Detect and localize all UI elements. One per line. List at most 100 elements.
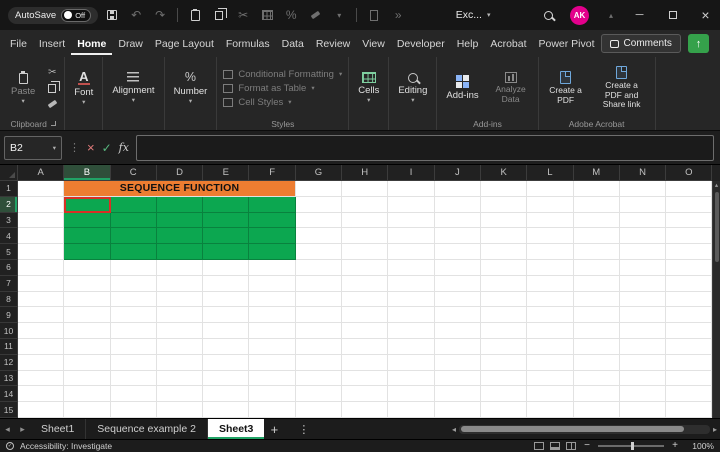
avatar[interactable]: AK: [570, 6, 589, 25]
select-all-corner[interactable]: [0, 165, 18, 181]
column-header-N[interactable]: N: [620, 165, 666, 181]
cell-N10[interactable]: [620, 323, 666, 339]
cell-F13[interactable]: [249, 371, 295, 387]
cell-F2[interactable]: [249, 197, 295, 213]
cell-A10[interactable]: [18, 323, 64, 339]
cell-O8[interactable]: [666, 292, 712, 308]
minimize-button[interactable]: ─: [625, 0, 654, 30]
formula-bar-handle[interactable]: ⋮: [69, 141, 80, 154]
cell-N4[interactable]: [620, 228, 666, 244]
autosave-toggle[interactable]: AutoSave Off: [8, 7, 98, 24]
column-header-F[interactable]: F: [249, 165, 295, 181]
cell-A14[interactable]: [18, 386, 64, 402]
cell-G5[interactable]: [296, 244, 342, 260]
cell-A3[interactable]: [18, 213, 64, 229]
sheet-tab-sheet1[interactable]: Sheet1: [30, 419, 86, 439]
cell-K14[interactable]: [481, 386, 527, 402]
cell-D9[interactable]: [157, 307, 203, 323]
cell-H1[interactable]: [342, 181, 388, 197]
tab-acrobat[interactable]: Acrobat: [484, 32, 532, 55]
column-header-A[interactable]: A: [18, 165, 64, 181]
cell-O1[interactable]: [666, 181, 712, 197]
page-icon[interactable]: [364, 4, 384, 26]
cell-O12[interactable]: [666, 355, 712, 371]
cell-F3[interactable]: [249, 213, 295, 229]
cell-B4[interactable]: [64, 228, 110, 244]
cell-C10[interactable]: [111, 323, 157, 339]
column-header-J[interactable]: J: [435, 165, 481, 181]
cell-D3[interactable]: [157, 213, 203, 229]
cell-G10[interactable]: [296, 323, 342, 339]
cell-C3[interactable]: [111, 213, 157, 229]
cell-G6[interactable]: [296, 260, 342, 276]
cell-L1[interactable]: [527, 181, 573, 197]
cell-I15[interactable]: [388, 402, 434, 418]
insert-function-icon[interactable]: fx: [119, 141, 129, 154]
cell-I13[interactable]: [388, 371, 434, 387]
cell-G2[interactable]: [296, 197, 342, 213]
cell-O4[interactable]: [666, 228, 712, 244]
cell-D7[interactable]: [157, 276, 203, 292]
create-pdf-button[interactable]: Create a PDF: [543, 59, 589, 117]
cell-H10[interactable]: [342, 323, 388, 339]
column-header-L[interactable]: L: [527, 165, 573, 181]
cell-A15[interactable]: [18, 402, 64, 418]
cell-K12[interactable]: [481, 355, 527, 371]
cell-E8[interactable]: [203, 292, 249, 308]
cell-N14[interactable]: [620, 386, 666, 402]
horizontal-scrollbar[interactable]: ◂ ▸: [452, 419, 720, 439]
tab-help[interactable]: Help: [451, 32, 485, 55]
cell-O5[interactable]: [666, 244, 712, 260]
alignment-button[interactable]: Alignment ▾: [107, 59, 159, 117]
cell-C15[interactable]: [111, 402, 157, 418]
cell-styles-button[interactable]: Cell Styles ▾: [221, 97, 293, 108]
cell-E14[interactable]: [203, 386, 249, 402]
cell-L11[interactable]: [527, 339, 573, 355]
cell-L5[interactable]: [527, 244, 573, 260]
cell-D8[interactable]: [157, 292, 203, 308]
search-icon[interactable]: [538, 4, 558, 26]
cell-G1[interactable]: [296, 181, 342, 197]
cell-O15[interactable]: [666, 402, 712, 418]
cell-F12[interactable]: [249, 355, 295, 371]
copy-icon[interactable]: [44, 82, 60, 94]
row-header-14[interactable]: 14: [0, 386, 18, 402]
cell-H15[interactable]: [342, 402, 388, 418]
cell-J10[interactable]: [435, 323, 481, 339]
cell-E12[interactable]: [203, 355, 249, 371]
create-pdf-share-button[interactable]: Create a PDF and Share link: [593, 59, 651, 117]
cell-L14[interactable]: [527, 386, 573, 402]
column-header-G[interactable]: G: [296, 165, 342, 181]
horizontal-scroll-track[interactable]: [459, 425, 710, 434]
cell-M4[interactable]: [574, 228, 620, 244]
row-header-8[interactable]: 8: [0, 292, 18, 308]
cell-N6[interactable]: [620, 260, 666, 276]
cell-H13[interactable]: [342, 371, 388, 387]
cell-K5[interactable]: [481, 244, 527, 260]
tab-draw[interactable]: Draw: [112, 32, 149, 55]
cell-I4[interactable]: [388, 228, 434, 244]
cell-J11[interactable]: [435, 339, 481, 355]
cell-L2[interactable]: [527, 197, 573, 213]
row-header-3[interactable]: 3: [0, 213, 18, 229]
cell-F14[interactable]: [249, 386, 295, 402]
editing-button[interactable]: Editing ▾: [393, 59, 432, 117]
cell-D11[interactable]: [157, 339, 203, 355]
cell-M5[interactable]: [574, 244, 620, 260]
cell-K2[interactable]: [481, 197, 527, 213]
cell-B8[interactable]: [64, 292, 110, 308]
cell-H14[interactable]: [342, 386, 388, 402]
cell-H6[interactable]: [342, 260, 388, 276]
enter-icon[interactable]: ✓: [102, 141, 112, 155]
row-header-11[interactable]: 11: [0, 339, 18, 355]
addins-button[interactable]: Add-ins: [441, 59, 483, 117]
tab-home[interactable]: Home: [71, 32, 112, 55]
cell-E13[interactable]: [203, 371, 249, 387]
tab-options-icon[interactable]: ⋮: [298, 419, 309, 439]
cell-A13[interactable]: [18, 371, 64, 387]
column-header-B[interactable]: B: [64, 165, 110, 181]
scroll-right-icon[interactable]: ▸: [713, 425, 717, 434]
cell-L4[interactable]: [527, 228, 573, 244]
cell-I14[interactable]: [388, 386, 434, 402]
row-header-7[interactable]: 7: [0, 276, 18, 292]
